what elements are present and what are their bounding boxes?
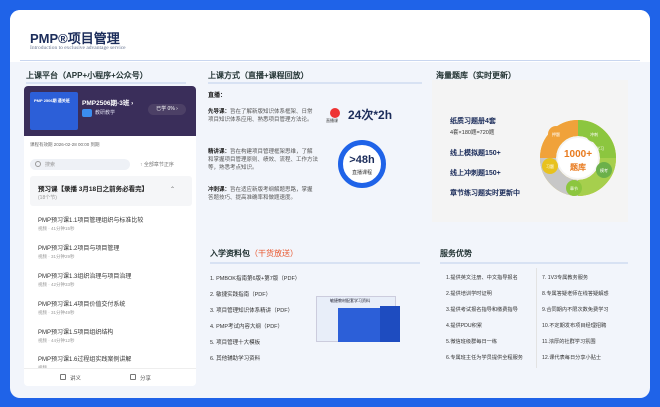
search-input[interactable]: 搜索 — [30, 159, 130, 170]
sort-button[interactable]: ↑ 全部章节正序 — [140, 161, 174, 168]
material-book-image: 敏捷教材配套学习资料 — [316, 296, 414, 358]
material-item: 2. 敏捷实践指南（PDF） — [210, 292, 272, 298]
service-item: 9.合同期内不限次数免费学习 — [542, 307, 609, 313]
service-item: 2.提供培训学时证明 — [446, 291, 492, 297]
lesson-title: PMP预习课1.4项目价值交付系统 — [38, 302, 126, 308]
chapter-count: (18个节) — [38, 195, 57, 201]
list-item[interactable]: PMP预习课1.4项目价值交付系统 视频 · 31分钟49秒 — [38, 299, 186, 316]
list-item[interactable]: PMP预习课1.3组织治理与项目治理 视频 · 42分钟33秒 — [38, 271, 186, 288]
lesson-meta: 视频 · 44分钟12秒 — [38, 338, 75, 343]
material-title-highlight: （干货放送） — [250, 249, 298, 258]
course-banner[interactable]: PMP 2506期 通关班 PMP2506期-3班 › 教研教学 已学 0% › — [24, 86, 196, 136]
service-item: 6.专属班主任为学员提供全程服务 — [446, 355, 523, 361]
share-icon — [130, 374, 136, 380]
service-item: 3.提供考试报名指导和缴费指导 — [446, 307, 518, 313]
bank-line: 线上冲刺题150+ — [450, 170, 501, 177]
method-paragraph: 冲刺课：旨在适应新版考纲解题思路，掌握答题技巧、提高准确率和做题速度。 — [208, 186, 318, 202]
service-item: 11.浓厚的社群学习氛围 — [542, 339, 596, 345]
duration-value: >48h — [349, 154, 375, 166]
document-icon — [60, 374, 66, 380]
paragraph-label: 冲刺课： — [208, 187, 231, 193]
hours-badge: 直播课 24次*2h — [326, 106, 408, 124]
search-placeholder: 搜索 — [45, 162, 56, 168]
material-item: 6. 其他辅助学习资料 — [210, 356, 261, 362]
material-item: 4. PMP考试内容大纲（PDF） — [210, 324, 284, 330]
material-item: 1. PMBOK指南第6版+第7版（PDF） — [210, 276, 301, 282]
service-section-title: 服务优势 — [440, 249, 472, 258]
paragraph-label: 精讲课： — [208, 149, 231, 155]
material-title-text: 入学资料包 — [210, 249, 250, 258]
service-item: 12.课代表每日分享小贴士 — [542, 355, 602, 361]
list-item[interactable]: PMP预习课1.2项目与项目管理 视频 · 31分钟29秒 — [38, 243, 186, 260]
lesson-meta: 视频 · 41分钟15秒 — [38, 226, 75, 231]
donut-segment-label: 章节 — [570, 185, 578, 191]
bank-panel: 纸质习题册4套 4套×180题=720题 线上模拟题150+ 线上冲刺题150+… — [432, 80, 628, 222]
lesson-meta: 视频 · 31分钟29秒 — [38, 254, 75, 259]
lesson-meta: 视频 · 31分钟49秒 — [38, 310, 75, 315]
lesson-title: PMP预习课1.5项目组织结构 — [38, 330, 114, 336]
method-panel: 直播： 先导课：旨在了解新版知识体系框架、日常项目知识体系应用、熟悉项目管理方法… — [198, 80, 422, 220]
bank-line: 线上模拟题150+ — [450, 150, 501, 157]
service-item: 4.提供PDU积累 — [446, 323, 483, 329]
lesson-title: PMP预习课1.3组织治理与项目治理 — [38, 274, 132, 280]
list-item[interactable]: PMP预习课1.1项目管理组织与标准比较 视频 · 41分钟15秒 — [38, 215, 186, 232]
question-bank-donut: 冲刺 模考 章节 习题 押题 学习 1000+ 题库 — [538, 118, 618, 198]
live-logo-label: 直播课 — [326, 118, 338, 123]
service-item: 10.不定期发布项目经理招聘 — [542, 323, 607, 329]
course-thumbnail: PMP 2506期 通关班 — [30, 92, 78, 130]
app-screenshot-panel: PMP 2506期 通关班 PMP2506期-3班 › 教研教学 已学 0% ›… — [24, 86, 196, 386]
duration-circle: >48h 直播课程 — [338, 140, 386, 188]
hours-value: 24次*2h — [348, 108, 393, 122]
paragraph-label: 先导课： — [208, 109, 231, 115]
course-thumbnail-label: PMP 2506期 通关班 — [34, 98, 70, 103]
service-item: 1.提供英文注册、中文指导报名 — [446, 275, 518, 281]
column-divider — [536, 268, 537, 368]
lesson-title: PMP预习课1.6过程组实践案例讲解 — [38, 357, 132, 363]
material-section-title: 入学资料包（干货放送） — [210, 248, 298, 259]
page-subtitle: Introduction to exclusive advantage serv… — [30, 45, 126, 51]
live-label: 直播： — [208, 93, 227, 99]
service-item: 5.微信班级群每日一练 — [446, 339, 498, 345]
lesson-title: PMP预习课1.2项目与项目管理 — [38, 246, 120, 252]
teacher-label: 教研教学 — [95, 110, 116, 116]
bank-line: 纸质习题册4套 — [450, 118, 496, 125]
course-title: PMP2506期-3班 › — [82, 100, 134, 107]
divider — [210, 262, 420, 264]
donut-segment-label: 冲刺 — [590, 131, 598, 137]
book-title: 敏捷教材配套学习资料 — [330, 298, 370, 303]
valid-until: 课程有效期 2026-02-28 00:00 到期 — [30, 142, 100, 147]
live-logo-icon — [330, 108, 340, 118]
progress-button[interactable]: 已学 0% › — [148, 104, 186, 115]
service-item: 7. 1V3专属教务服务 — [542, 275, 589, 281]
teacher-icon — [82, 109, 92, 117]
bank-line: 章节练习题实时更新中 — [450, 190, 520, 197]
lesson-meta: 视频 · 42分钟33秒 — [38, 282, 75, 287]
divider — [26, 82, 186, 84]
material-item: 3. 项目管理知识体系精讲（PDF） — [210, 308, 294, 314]
method-paragraph: 精讲课：旨在构建项目管理框架思维，了解和掌握项目管理原则、绩效、流程、工作方法等… — [208, 148, 318, 172]
list-item[interactable]: PMP预习课1.5项目组织结构 视频 · 44分钟12秒 — [38, 327, 186, 344]
duration-label: 直播课程 — [351, 170, 372, 176]
handout-button[interactable]: 讲义 — [70, 374, 81, 382]
chevron-up-icon[interactable]: ⌃ — [170, 186, 175, 193]
donut-main-value: 1000+ — [563, 149, 593, 160]
bottom-toolbar: 讲义 分享 — [24, 368, 196, 386]
divider — [440, 262, 628, 264]
book-graphic — [380, 306, 400, 342]
donut-segment-label: 押题 — [552, 131, 560, 137]
donut-sub-label: 题库 — [570, 163, 586, 172]
service-item: 8.专属答疑老师在线答疑解惑 — [542, 291, 609, 297]
platform-section-title: 上课平台（APP+小程序+公众号） — [26, 71, 148, 80]
chapter-title: 预习课【录播 3月18日之前务必看完】 — [38, 186, 149, 193]
lesson-title: PMP预习课1.1项目管理组织与标准比较 — [38, 218, 144, 224]
method-paragraph: 先导课：旨在了解新版知识体系框架、日常项目知识体系应用、熟悉项目管理方法论。 — [208, 108, 318, 124]
bank-line: 4套×180题=720题 — [450, 130, 495, 136]
search-icon — [35, 161, 41, 167]
header: PMP®项目管理 Introduction to exclusive advan… — [10, 10, 650, 62]
material-item: 5. 项目管理十大模板 — [210, 340, 261, 346]
share-button[interactable]: 分享 — [140, 374, 151, 382]
header-divider — [20, 60, 640, 61]
